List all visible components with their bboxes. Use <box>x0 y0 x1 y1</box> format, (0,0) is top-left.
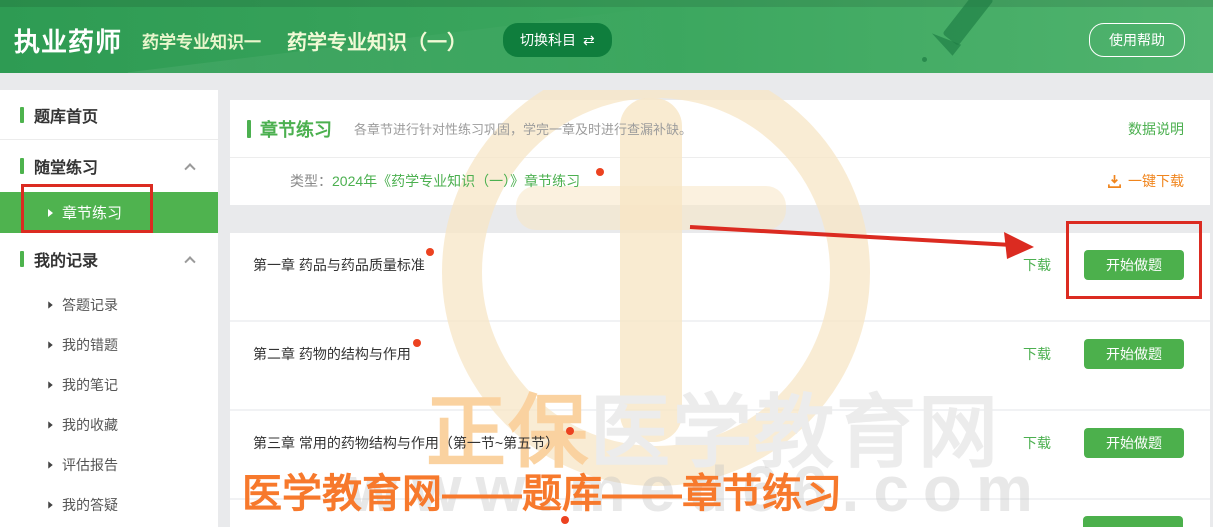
sidebar-item-label: 答题记录 <box>62 295 118 315</box>
download-icon <box>1107 174 1122 189</box>
green-bar-icon <box>20 107 24 123</box>
sidebar-group-practice[interactable]: 随堂练习 <box>0 140 218 192</box>
chevron-up-icon <box>184 256 195 267</box>
sidebar-item-my-notes[interactable]: 我的笔记 <box>0 365 218 405</box>
start-practice-button[interactable]: 开始做题 <box>1084 250 1184 280</box>
section-panel: 章节练习 各章节进行针对性练习巩固，学完一章及时进行查漏补缺。 数据说明 类型：… <box>230 100 1210 205</box>
start-practice-button[interactable]: 开始做题 <box>1084 428 1184 458</box>
sidebar-item-my-questions[interactable]: 我的答疑 <box>0 485 218 525</box>
start-practice-button[interactable]: 开始做题 <box>1084 339 1184 369</box>
switch-subject-label: 切换科目 <box>520 30 576 50</box>
triangle-right-icon <box>48 501 53 508</box>
app-window: 执业药师 药学专业知识一 药学专业知识（一） 切换科目 ⇄ 使用帮助 题库首页 … <box>0 0 1213 527</box>
chapter-row: 第二章 药物的结构与作用 下载 开始做题 <box>230 322 1210 411</box>
triangle-right-icon <box>48 381 53 388</box>
batch-download-label: 一键下载 <box>1128 171 1184 191</box>
chapter-title: 第一章 药品与药品质量标准 <box>253 250 1023 280</box>
chapter-title: 第三章 常用的药物结构与作用（第一节~第五节） <box>253 428 1023 458</box>
sidebar-item-label: 评估报告 <box>62 455 118 475</box>
header-bar: 执业药师 药学专业知识一 药学专业知识（一） 切换科目 ⇄ 使用帮助 <box>0 0 1213 73</box>
type-label: 类型： <box>290 171 332 191</box>
sidebar-item-answer-records[interactable]: 答题记录 <box>0 285 218 325</box>
sidebar-item-assessment-report[interactable]: 评估报告 <box>0 445 218 485</box>
start-practice-button-partial[interactable] <box>1083 516 1183 527</box>
page-subtitle: 各章节进行针对性练习巩固，学完一章及时进行查漏补缺。 <box>354 119 692 138</box>
sidebar-group-label: 我的记录 <box>34 247 98 271</box>
sidebar-item-label: 我的收藏 <box>62 415 118 435</box>
chapter-row: 第三章 常用的药物结构与作用（第一节~第五节） 下载 开始做题 <box>230 411 1210 500</box>
sidebar-item-label: 我的错题 <box>62 335 118 355</box>
sidebar-item-chapter-practice-active[interactable]: 章节练习 <box>0 192 218 233</box>
batch-download-link[interactable]: 一键下载 <box>1107 171 1184 191</box>
nav-item-subject-current[interactable]: 药学专业知识（一） <box>287 26 467 55</box>
sidebar-item-my-mistakes[interactable]: 我的错题 <box>0 325 218 365</box>
green-bar-icon <box>247 120 251 138</box>
triangle-right-icon <box>48 341 53 348</box>
swap-arrows-icon: ⇄ <box>583 33 595 47</box>
chapter-row-partial <box>230 500 1210 527</box>
chapter-row: 第一章 药品与药品质量标准 下载 开始做题 <box>230 233 1210 322</box>
nav-item-course[interactable]: 药学专业知识一 <box>142 28 261 53</box>
sidebar-item-label: 我的答疑 <box>62 495 118 515</box>
download-link[interactable]: 下载 <box>1023 339 1051 369</box>
sidebar-group-records[interactable]: 我的记录 <box>0 233 218 285</box>
type-value: 2024年《药学专业知识（一）》章节练习 <box>332 171 580 191</box>
app-logo: 执业药师 <box>14 22 122 59</box>
green-bar-icon <box>20 158 24 174</box>
sidebar-item-home[interactable]: 题库首页 <box>0 90 218 140</box>
sidebar-group-label: 随堂练习 <box>34 154 98 178</box>
download-link[interactable]: 下载 <box>1023 250 1051 280</box>
triangle-right-icon <box>48 209 53 217</box>
chapter-list: 第一章 药品与药品质量标准 下载 开始做题 第二章 药物的结构与作用 下载 开始… <box>230 233 1210 527</box>
sidebar-item-label: 我的笔记 <box>62 375 118 395</box>
green-bar-icon <box>20 251 24 267</box>
sidebar-item-my-favorites[interactable]: 我的收藏 <box>0 405 218 445</box>
sidebar-item-label: 题库首页 <box>34 103 98 127</box>
page-title: 章节练习 <box>260 116 332 142</box>
chevron-up-icon <box>184 163 195 174</box>
switch-subject-button[interactable]: 切换科目 ⇄ <box>503 23 612 57</box>
triangle-right-icon <box>48 301 53 308</box>
data-description-link[interactable]: 数据说明 <box>1128 119 1184 139</box>
sidebar: 题库首页 随堂练习 章节练习 我的记录 答题记录 我的错题 我的笔记 <box>0 90 218 527</box>
triangle-right-icon <box>48 461 53 468</box>
chapter-title: 第二章 药物的结构与作用 <box>253 339 1023 369</box>
sidebar-item-label: 章节练习 <box>62 202 122 223</box>
download-link[interactable]: 下载 <box>1023 428 1051 458</box>
triangle-right-icon <box>48 421 53 428</box>
help-button[interactable]: 使用帮助 <box>1089 23 1185 57</box>
